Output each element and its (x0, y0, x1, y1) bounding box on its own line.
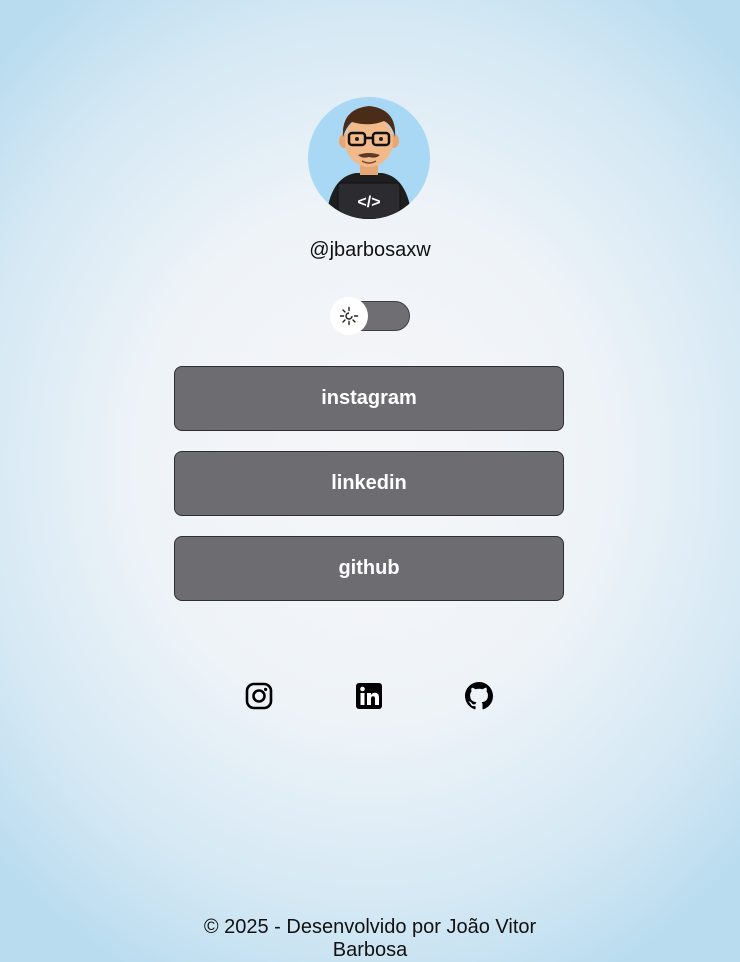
toggle-knob[interactable] (330, 297, 368, 335)
footer-text: © 2025 - Desenvolvido por João Vitor Bar… (203, 916, 537, 961)
theme-toggle[interactable] (330, 297, 410, 335)
svg-text:</>: </> (357, 194, 380, 211)
github-icon[interactable] (465, 682, 493, 710)
linkedin-link-button[interactable]: linkedin (174, 451, 564, 516)
link-list: instagram linkedin github (174, 366, 564, 621)
github-link-button[interactable]: github (174, 536, 564, 601)
instagram-icon[interactable] (245, 682, 273, 710)
social-icons (0, 682, 740, 710)
developer-avatar-icon: </> (326, 106, 412, 219)
sun-icon (339, 306, 359, 326)
instagram-link-button[interactable]: instagram (174, 366, 564, 431)
username: @jbarbosaxw (309, 239, 431, 261)
profile-avatar: </> (308, 97, 430, 219)
linkedin-icon[interactable] (355, 682, 383, 710)
